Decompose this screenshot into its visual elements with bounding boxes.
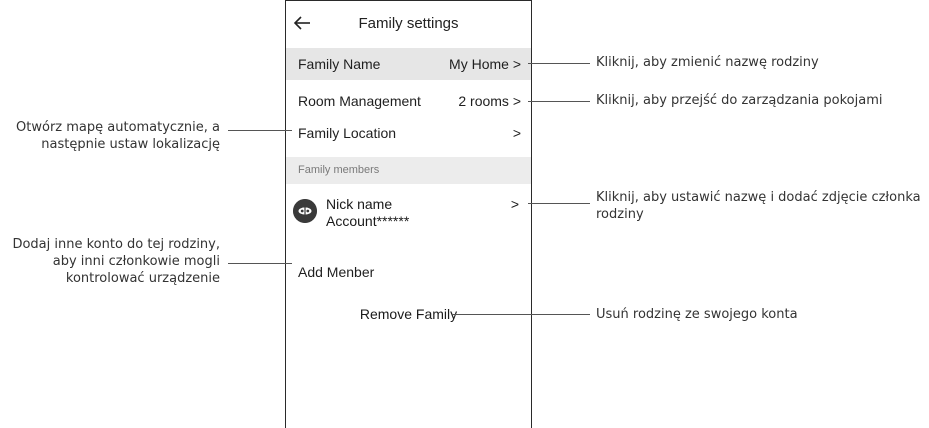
annotation-add-member: Dodaj inne konto do tej rodziny, aby inn… <box>0 236 220 287</box>
leader-line <box>228 130 292 131</box>
page-title: Family settings <box>358 15 459 32</box>
annotation-member-line1: Kliknij, aby ustawić nazwę i dodać zdjęc… <box>596 190 921 205</box>
annotation-location-line2: następnie ustaw lokalizację <box>41 137 220 152</box>
member-account: Account****** <box>326 213 410 229</box>
family-members-header: Family members <box>286 157 531 184</box>
annotation-location-line1: Otwórz mapę automatycznie, a <box>16 120 220 135</box>
leader-line <box>528 63 590 64</box>
top-bar: Family settings <box>286 1 531 45</box>
leader-line <box>528 101 590 102</box>
user-avatar-icon <box>293 199 317 223</box>
room-management-row[interactable]: Room Management 2 rooms > <box>286 85 531 117</box>
family-name-value: My Home > <box>449 56 521 72</box>
leader-line <box>528 203 590 204</box>
annotation-remove-family: Usuń rodzinę ze swojego konta <box>596 307 798 322</box>
add-member-button[interactable]: Add Menber <box>286 256 531 288</box>
annotation-add-member-line3: kontrolować urządzenie <box>65 271 220 286</box>
family-name-row[interactable]: Family Name My Home > <box>286 48 531 80</box>
annotation-member: Kliknij, aby ustawić nazwę i dodać zdjęc… <box>596 189 926 223</box>
annotation-family-location: Otwórz mapę automatycznie, a następnie u… <box>0 119 220 153</box>
family-location-row[interactable]: Family Location > <box>286 117 531 149</box>
family-name-label: Family Name <box>298 56 381 72</box>
add-member-label: Add Menber <box>298 264 375 280</box>
member-row[interactable]: Nick name Account****** > <box>286 193 531 235</box>
phone-screen: Family settings Family Name My Home > Ro… <box>285 0 532 428</box>
annotation-member-line2: rodziny <box>596 207 644 222</box>
annotation-family-name: Kliknij, aby zmienić nazwę rodziny <box>596 55 819 70</box>
annotated-screenshot: Family settings Family Name My Home > Ro… <box>0 0 929 428</box>
annotation-add-member-line1: Dodaj inne konto do tej rodziny, <box>12 237 220 252</box>
annotation-add-member-line2: aby inni członkowie mogli <box>52 254 220 269</box>
room-count-value: 2 rooms > <box>458 93 521 109</box>
family-location-label: Family Location <box>298 125 397 141</box>
chevron-right-icon: > <box>510 196 519 212</box>
section-header-label: Family members <box>298 164 380 176</box>
chevron-right-icon: > <box>512 125 521 141</box>
annotation-room-management: Kliknij, aby przejść do zarządzania poko… <box>596 93 883 108</box>
member-name: Nick name <box>326 196 393 212</box>
leader-line <box>452 314 590 315</box>
room-management-label: Room Management <box>298 93 421 109</box>
leader-line <box>228 263 292 264</box>
